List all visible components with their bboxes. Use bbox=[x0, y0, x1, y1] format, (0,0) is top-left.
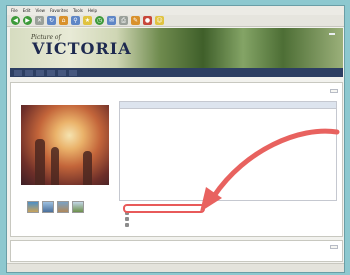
messenger-icon[interactable]: ☺ bbox=[155, 16, 164, 25]
lower-panel bbox=[10, 240, 343, 262]
action-links bbox=[125, 211, 132, 229]
menu-bar: File Edit View Favorites Tools Help bbox=[7, 6, 344, 15]
language-link[interactable] bbox=[329, 33, 335, 35]
nav-item-3[interactable] bbox=[36, 69, 44, 76]
site-logo[interactable]: VICTORIA bbox=[32, 39, 132, 58]
nav-item-5[interactable] bbox=[58, 69, 66, 76]
panel-link[interactable] bbox=[330, 89, 338, 93]
print-icon[interactable]: ⎙ bbox=[119, 16, 128, 25]
action-link[interactable] bbox=[125, 223, 132, 227]
home-icon[interactable]: ⌂ bbox=[59, 16, 68, 25]
action-link[interactable] bbox=[125, 217, 132, 221]
lower-panel-link[interactable] bbox=[330, 245, 338, 249]
back-icon[interactable]: ◀ bbox=[11, 16, 20, 25]
status-bar bbox=[7, 263, 344, 272]
menu-tools[interactable]: Tools bbox=[73, 8, 83, 13]
nav-item-6[interactable] bbox=[69, 69, 77, 76]
nav-item-4[interactable] bbox=[47, 69, 55, 76]
site-nav bbox=[10, 68, 343, 77]
menu-file[interactable]: File bbox=[11, 8, 18, 13]
site-banner: Picture of VICTORIA bbox=[10, 28, 343, 68]
stop-icon[interactable]: ✕ bbox=[35, 16, 44, 25]
email-icon bbox=[125, 217, 129, 221]
discuss-icon[interactable]: ● bbox=[143, 16, 152, 25]
nav-item-2[interactable] bbox=[25, 69, 33, 76]
browser-toolbar: ◀ ▶ ✕ ↻ ⌂ ⚲ ★ ◷ ✉ ⎙ ✎ ● ☺ bbox=[7, 15, 344, 27]
menu-help[interactable]: Help bbox=[88, 8, 97, 13]
menu-edit[interactable]: Edit bbox=[23, 8, 31, 13]
mail-icon[interactable]: ✉ bbox=[107, 16, 116, 25]
history-icon[interactable]: ◷ bbox=[95, 16, 104, 25]
details-box bbox=[119, 101, 337, 201]
nav-item-1[interactable] bbox=[14, 69, 22, 76]
favorites-icon[interactable]: ★ bbox=[83, 16, 92, 25]
refresh-icon[interactable]: ↻ bbox=[47, 16, 56, 25]
thumbnail[interactable] bbox=[57, 201, 69, 213]
details-heading bbox=[120, 102, 336, 109]
details-rows bbox=[120, 109, 336, 115]
thumbnail[interactable] bbox=[42, 201, 54, 213]
forward-icon[interactable]: ▶ bbox=[23, 16, 32, 25]
main-photo[interactable] bbox=[21, 105, 109, 185]
thumbnail[interactable] bbox=[27, 201, 39, 213]
menu-view[interactable]: View bbox=[35, 8, 45, 13]
edit-icon[interactable]: ✎ bbox=[131, 16, 140, 25]
highlight-circle bbox=[123, 204, 205, 213]
image-details-panel bbox=[10, 82, 343, 237]
thumbnail-strip bbox=[27, 201, 84, 213]
print-icon bbox=[125, 223, 129, 227]
thumbnail[interactable] bbox=[72, 201, 84, 213]
browser-window: File Edit View Favorites Tools Help ◀ ▶ … bbox=[6, 5, 345, 273]
search-icon[interactable]: ⚲ bbox=[71, 16, 80, 25]
menu-favorites[interactable]: Favorites bbox=[50, 8, 68, 13]
